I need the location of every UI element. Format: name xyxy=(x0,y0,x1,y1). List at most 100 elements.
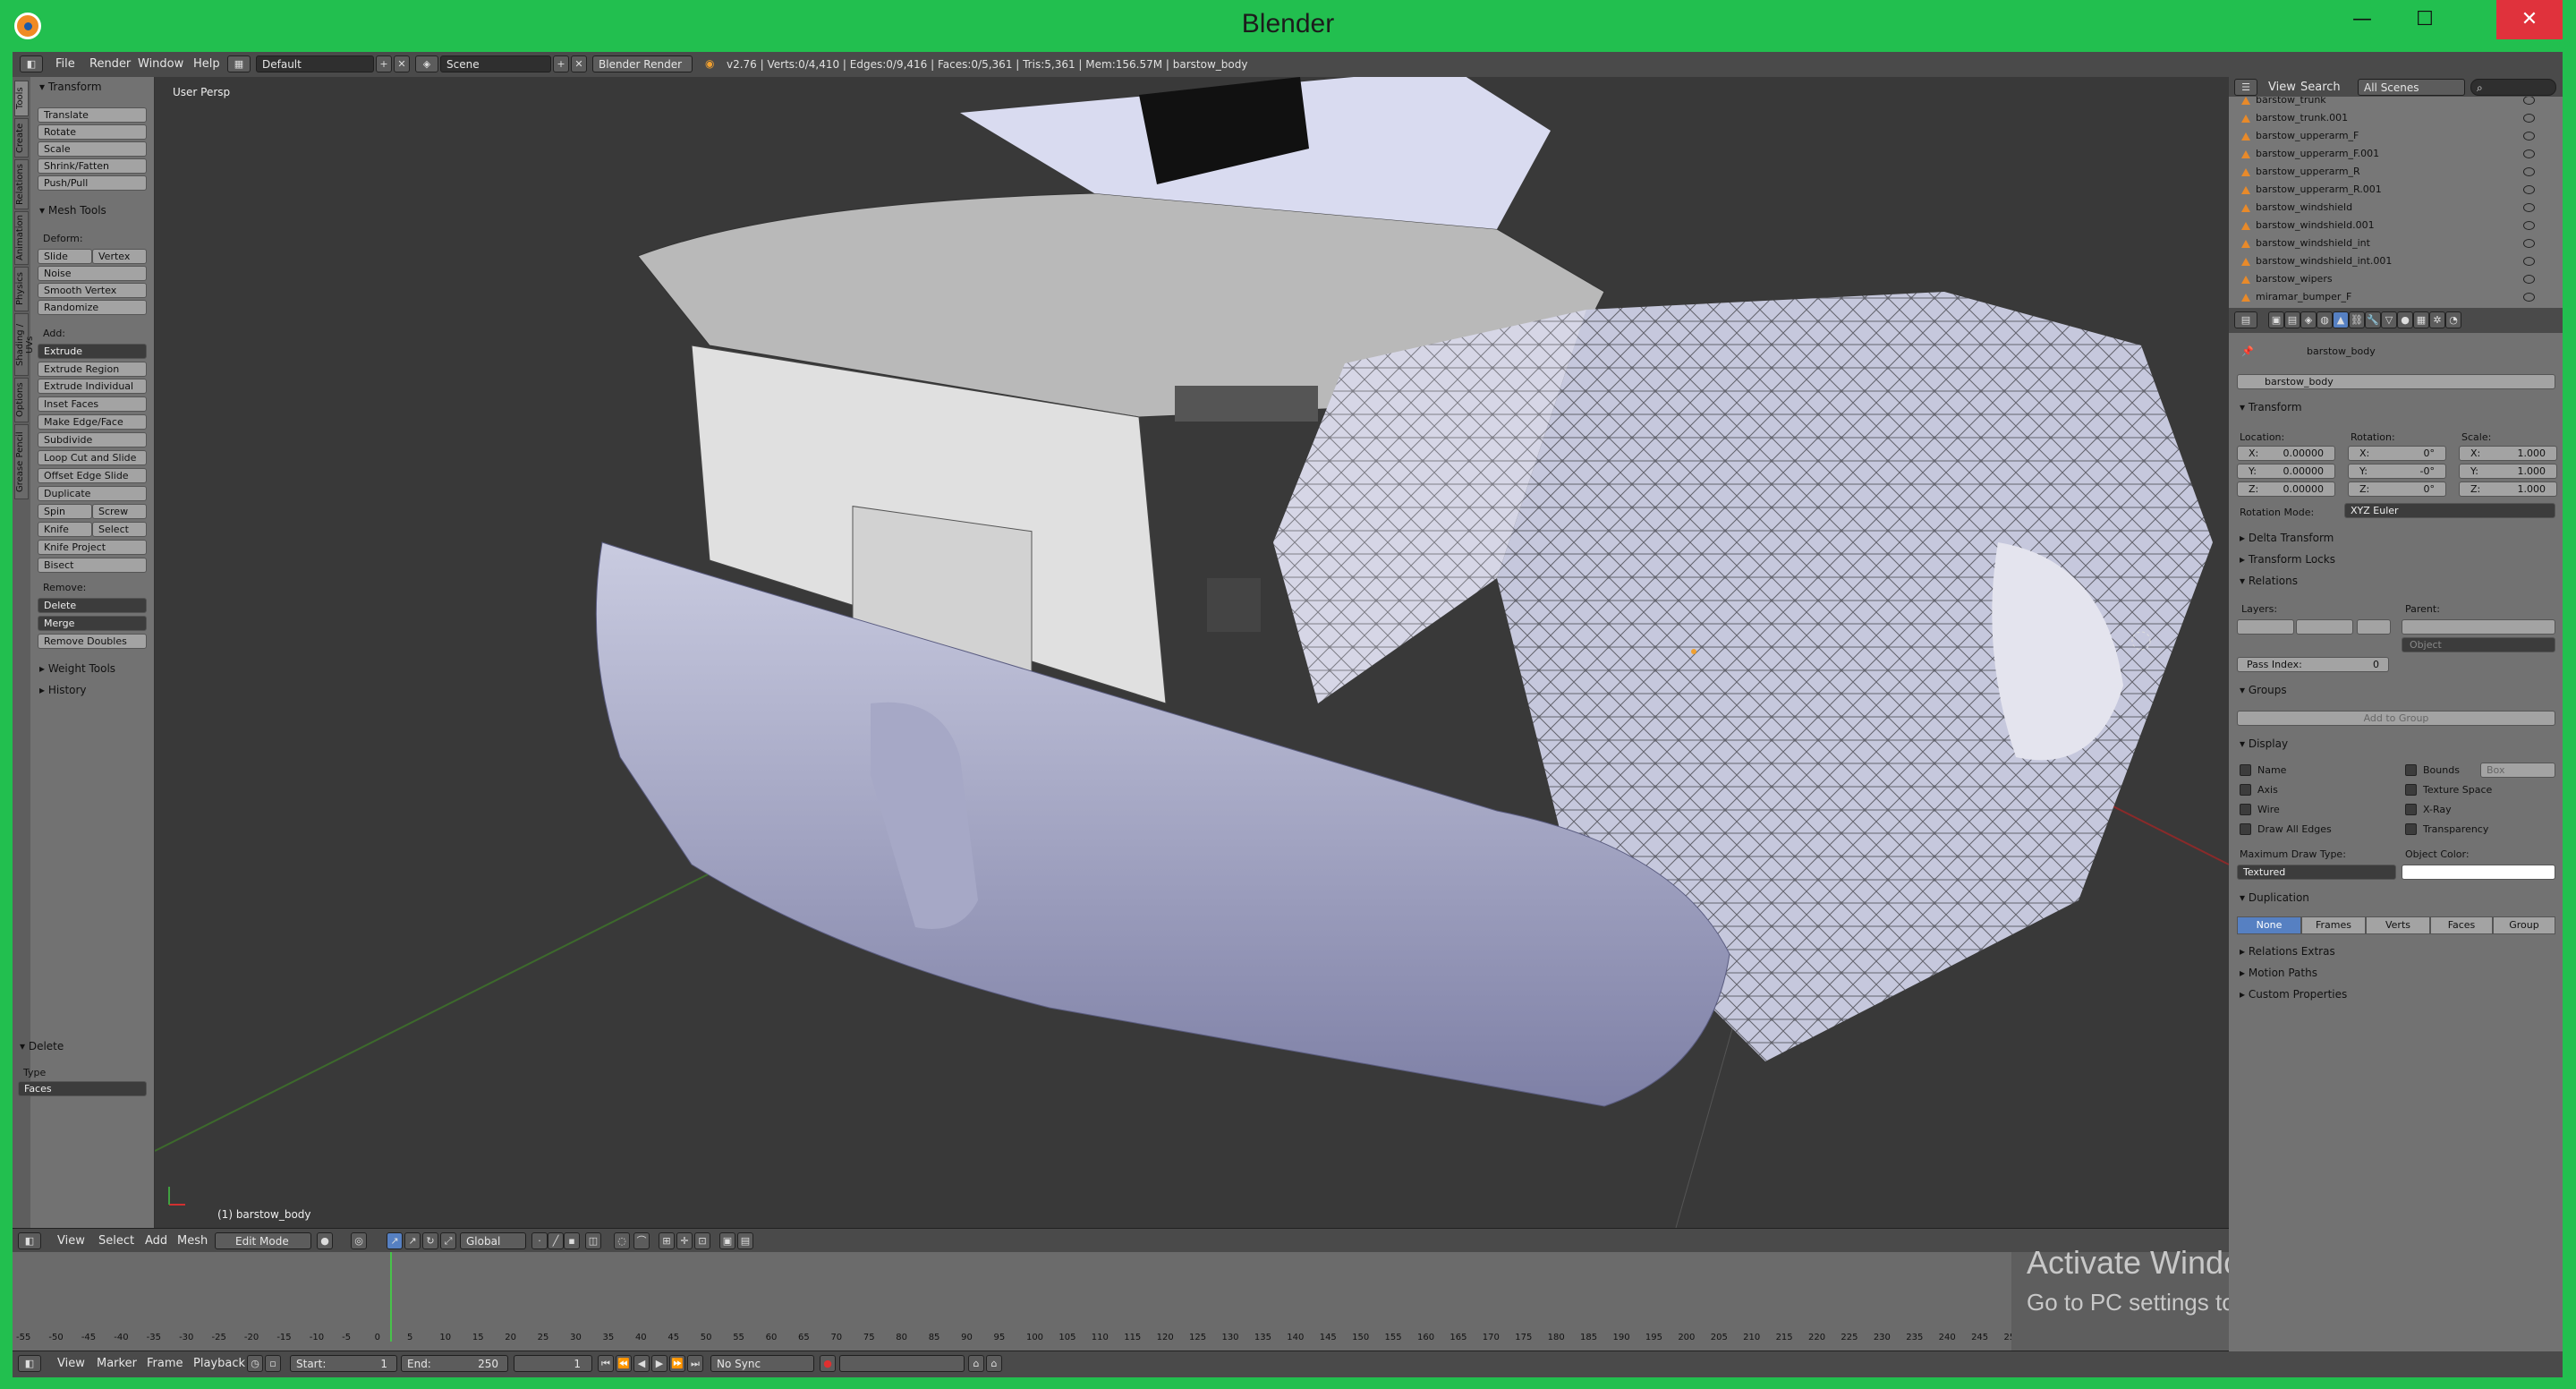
start-frame-field[interactable]: Start: 1 xyxy=(290,1355,397,1372)
transform-orientation-select[interactable]: Global xyxy=(460,1232,526,1249)
relations-header[interactable]: ▾ Relations xyxy=(2240,575,2298,587)
tab-animation[interactable]: Animation xyxy=(14,211,29,265)
render-tab-icon[interactable]: ▣ xyxy=(2268,311,2284,328)
push-pull-button[interactable]: Push/Pull xyxy=(38,175,147,191)
layer-grid-1[interactable] xyxy=(2237,619,2294,635)
menu-help[interactable]: Help xyxy=(193,57,220,71)
proportional-falloff-icon[interactable]: ⌒ xyxy=(633,1232,650,1249)
play-icon[interactable]: ▶ xyxy=(651,1355,667,1372)
menu-outliner-search[interactable]: Search xyxy=(2300,81,2341,94)
loop-cut-button[interactable]: Loop Cut and Slide xyxy=(38,450,147,465)
tab-physics[interactable]: Physics xyxy=(14,267,29,311)
outliner-item[interactable]: barstow_upperarm_R xyxy=(2241,163,2555,181)
menu-frame[interactable]: Frame xyxy=(147,1357,183,1370)
parent-type-select[interactable]: Object xyxy=(2402,637,2555,652)
object-name-field[interactable]: barstow_body xyxy=(2237,374,2555,389)
visibility-eye-icon[interactable] xyxy=(2523,149,2535,158)
face-select-icon[interactable]: ▪ xyxy=(564,1232,580,1249)
layer-grid-3[interactable] xyxy=(2357,619,2391,635)
extrude-individual-button[interactable]: Extrude Individual xyxy=(38,379,147,394)
outliner-item[interactable]: barstow_upperarm_R.001 xyxy=(2241,181,2555,199)
outliner-item[interactable]: miramar_bumper_F xyxy=(2241,288,2555,306)
motion-paths-header[interactable]: ▸ Motion Paths xyxy=(2240,967,2317,979)
editor-type-icon[interactable]: ◧ xyxy=(20,55,43,72)
visibility-eye-icon[interactable] xyxy=(2523,293,2535,302)
location-field-x[interactable]: X: 0.00000 xyxy=(2237,446,2335,461)
proportional-editing-icon[interactable]: ◌ xyxy=(614,1232,630,1249)
visibility-eye-icon[interactable] xyxy=(2523,185,2535,194)
menu-view[interactable]: View xyxy=(57,1234,85,1248)
outliner-item[interactable]: barstow_trunk xyxy=(2241,97,2555,109)
delete-type-select[interactable]: Faces xyxy=(18,1081,147,1096)
rotate-button[interactable]: Rotate xyxy=(38,124,147,140)
sync-mode-select[interactable]: No Sync xyxy=(710,1355,814,1372)
tab-create[interactable]: Create xyxy=(14,118,29,158)
duplication-faces[interactable]: Faces xyxy=(2430,916,2493,934)
outliner-item[interactable]: barstow_windshield xyxy=(2241,199,2555,217)
editor-type-icon[interactable]: ▤ xyxy=(2234,311,2257,328)
groups-header[interactable]: ▾ Groups xyxy=(2240,684,2287,696)
custom-properties-header[interactable]: ▸ Custom Properties xyxy=(2240,988,2347,1001)
end-frame-field[interactable]: End: 250 xyxy=(401,1355,508,1372)
outliner-item[interactable]: barstow_upperarm_F xyxy=(2241,127,2555,145)
subdivide-button[interactable]: Subdivide xyxy=(38,432,147,447)
spin-button[interactable]: Spin xyxy=(38,504,92,519)
layout-grid-icon[interactable]: ▦ xyxy=(227,55,251,72)
modifiers-tab-icon[interactable]: 🔧 xyxy=(2365,311,2381,328)
layer-grid-2[interactable] xyxy=(2296,619,2353,635)
visibility-eye-icon[interactable] xyxy=(2523,203,2535,212)
location-field-z[interactable]: Z: 0.00000 xyxy=(2237,481,2335,497)
scene-icon[interactable]: ◈ xyxy=(415,55,438,72)
menu-outliner-view[interactable]: View xyxy=(2268,81,2296,94)
play-reverse-icon[interactable]: ◀ xyxy=(633,1355,650,1372)
minimize-button[interactable]: — xyxy=(2331,0,2393,39)
timeline-area[interactable]: -55 -50 -45 -40 -35 -30 -25 -20 -15 -10 -5 0 5 10 15 20… xyxy=(13,1252,2229,1351)
merge-menu[interactable]: Merge xyxy=(38,616,147,631)
jump-start-icon[interactable]: ⏮ xyxy=(598,1355,614,1372)
remove-layout-icon[interactable]: ✕ xyxy=(394,55,410,72)
outliner-search-input[interactable]: ⌕ xyxy=(2470,79,2556,96)
menu-marker[interactable]: Marker xyxy=(97,1357,137,1370)
add-layout-icon[interactable]: + xyxy=(376,55,392,72)
snap-toggle-icon[interactable]: ⊞ xyxy=(659,1232,675,1249)
menu-playback[interactable]: Playback xyxy=(193,1357,245,1370)
outliner-item[interactable]: barstow_wipers xyxy=(2241,270,2555,288)
visibility-eye-icon[interactable] xyxy=(2523,132,2535,141)
rotate-manipulator-icon[interactable]: ↻ xyxy=(422,1232,438,1249)
parent-field[interactable] xyxy=(2402,619,2555,635)
visibility-eye-icon[interactable] xyxy=(2523,114,2535,123)
scale-button[interactable]: Scale xyxy=(38,141,147,157)
remove-doubles-button[interactable]: Remove Doubles xyxy=(38,634,147,649)
duplicate-button[interactable]: Duplicate xyxy=(38,486,147,501)
scene-tab-icon[interactable]: ◈ xyxy=(2300,311,2317,328)
material-tab-icon[interactable]: ● xyxy=(2397,311,2413,328)
viewport-shading-icon[interactable]: ● xyxy=(317,1232,333,1249)
rotation-field-x[interactable]: X: 0° xyxy=(2348,446,2446,461)
scene-field[interactable]: Scene xyxy=(440,55,551,72)
remove-scene-icon[interactable]: ✕ xyxy=(571,55,587,72)
mode-select[interactable]: Edit Mode xyxy=(215,1232,311,1249)
edge-select-icon[interactable]: ╱ xyxy=(548,1232,564,1249)
editor-type-icon[interactable]: ◧ xyxy=(18,1232,41,1249)
menu-select[interactable]: Select xyxy=(98,1234,134,1248)
jump-end-icon[interactable]: ⏭ xyxy=(687,1355,703,1372)
transform-locks-header[interactable]: ▸ Transform Locks xyxy=(2240,553,2335,566)
outliner-item[interactable]: barstow_windshield_int xyxy=(2241,234,2555,252)
transform-properties-header[interactable]: ▾ Transform xyxy=(2240,401,2302,413)
opengl-animation-icon[interactable]: ▤ xyxy=(737,1232,753,1249)
rotation-field-y[interactable]: Y: -0° xyxy=(2348,464,2446,479)
texture-tab-icon[interactable]: ▦ xyxy=(2413,311,2429,328)
tab-tools[interactable]: Tools xyxy=(14,81,29,116)
constraints-tab-icon[interactable]: ⛓ xyxy=(2349,311,2365,328)
opengl-render-icon[interactable]: ▣ xyxy=(719,1232,735,1249)
data-tab-icon[interactable]: ▽ xyxy=(2381,311,2397,328)
duplication-none[interactable]: None xyxy=(2237,916,2301,934)
scale-field-z[interactable]: Z: 1.000 xyxy=(2459,481,2557,497)
display-checkbox[interactable] xyxy=(2240,823,2251,835)
keying-set-field[interactable] xyxy=(839,1355,965,1372)
physics-tab-icon[interactable]: ◔ xyxy=(2445,311,2461,328)
slide-vertex-button[interactable]: Vertex xyxy=(92,249,147,264)
tab-options[interactable]: Options xyxy=(14,378,29,422)
knife-select-button[interactable]: Select xyxy=(92,522,147,537)
display-checkbox[interactable] xyxy=(2405,804,2417,815)
